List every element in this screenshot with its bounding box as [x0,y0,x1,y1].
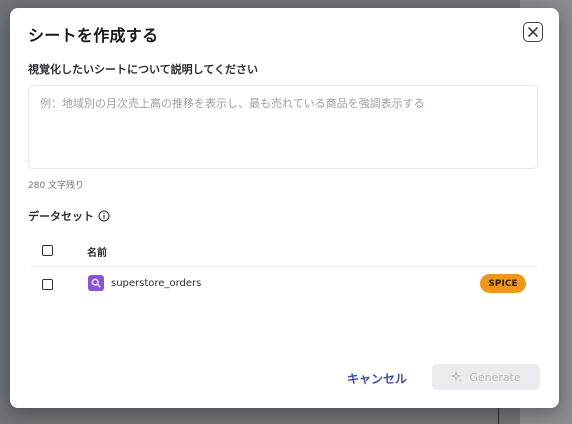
dataset-name: superstore_orders [111,278,202,289]
prompt-placeholder: 例：地域別の月次売上高の推移を表示し、最も売れている商品を強調表示する [40,97,425,110]
prompt-textarea[interactable]: 例：地域別の月次売上高の推移を表示し、最も売れている商品を強調表示する [28,85,538,169]
close-button[interactable] [523,22,543,42]
generate-button[interactable]: Generate [432,364,540,390]
create-sheet-dialog: シートを作成する 視覚化したいシートについて説明してください 例：地域別の月次売… [10,8,559,408]
info-icon[interactable] [98,210,110,222]
sparkle-icon [451,371,463,383]
table-row-divider [30,266,538,267]
dialog-title: シートを作成する [28,26,159,45]
row-checkbox[interactable] [42,279,53,290]
dataset-icon [88,275,104,291]
cancel-button[interactable]: キャンセル [340,365,414,391]
dataset-header-label: データセット [28,210,94,223]
dataset-section-header: データセット [28,208,110,224]
prompt-label: 視覚化したいシートについて説明してください [28,63,259,76]
spice-badge: SPICE [480,274,526,293]
column-header-name: 名前 [87,248,107,259]
close-icon [528,27,538,37]
character-counter: 280 文字残り [28,181,85,191]
generate-label: Generate [469,370,521,384]
select-all-checkbox[interactable] [42,245,53,256]
dataset-search-icon [91,278,101,288]
